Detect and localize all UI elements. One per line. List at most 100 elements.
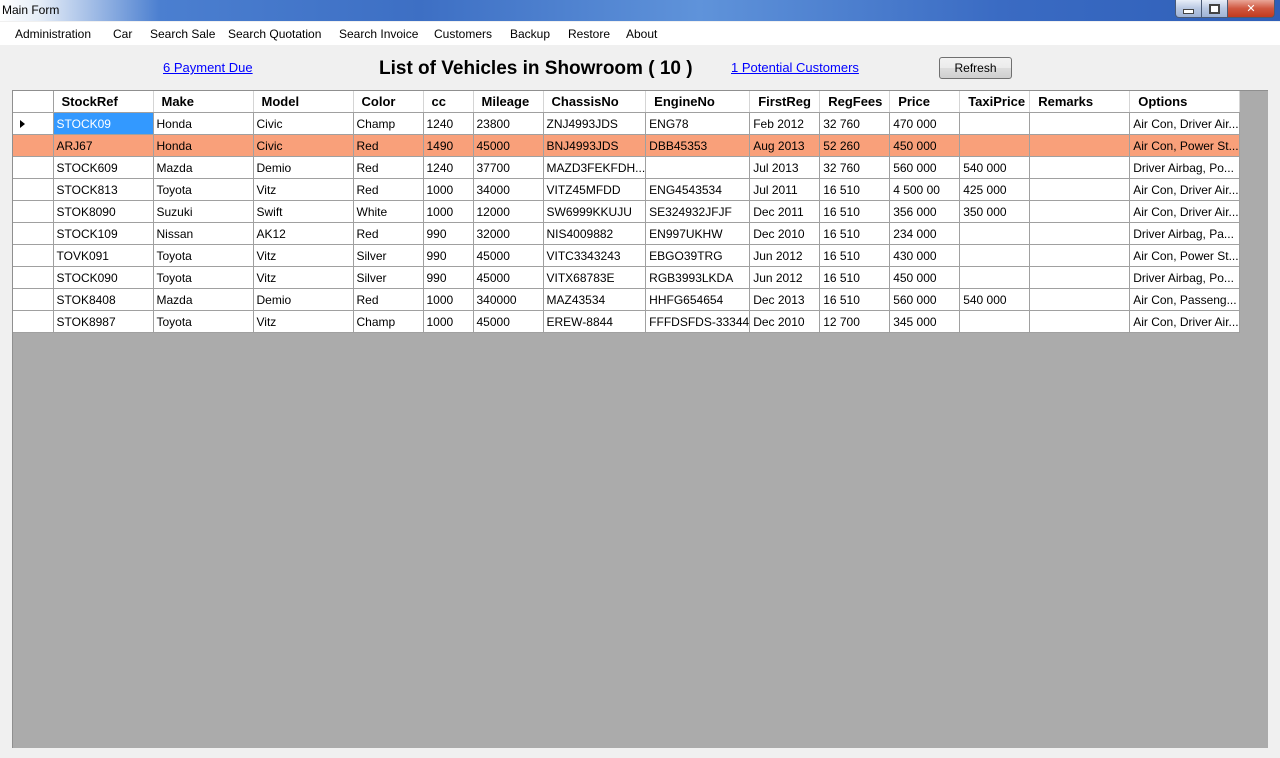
- column-header-price[interactable]: Price: [889, 91, 961, 113]
- table-row[interactable]: STOCK609 Mazda Demio Red 1240 37700 MAZD3FEKFD…: [13, 156, 1240, 179]
- cell-taxiprice[interactable]: [959, 244, 1031, 267]
- cell-mileage[interactable]: 45000: [473, 266, 544, 289]
- cell-mileage[interactable]: 12000: [473, 200, 544, 223]
- cell-chassisno[interactable]: MAZ43534: [543, 288, 647, 311]
- cell-engineno[interactable]: HHFG654654: [645, 288, 751, 311]
- cell-remarks[interactable]: [1029, 222, 1131, 245]
- cell-regfees[interactable]: 16 510: [819, 288, 891, 311]
- cell-chassisno[interactable]: VITZ45MFDD: [543, 178, 647, 201]
- column-header-mileage[interactable]: Mileage: [473, 91, 544, 113]
- cell-stockref[interactable]: STOK8408: [53, 288, 154, 311]
- menu-backup[interactable]: Backup: [510, 27, 550, 41]
- cell-stockref[interactable]: STOK8987: [53, 310, 154, 333]
- row-header[interactable]: [13, 244, 54, 267]
- cell-stockref[interactable]: STOCK609: [53, 156, 154, 179]
- cell-remarks[interactable]: [1029, 266, 1131, 289]
- row-header[interactable]: [13, 134, 54, 157]
- cell-mileage[interactable]: 37700: [473, 156, 544, 179]
- cell-model[interactable]: Demio: [253, 288, 354, 311]
- menu-search-sale[interactable]: Search Sale: [150, 27, 215, 41]
- cell-options[interactable]: Driver Airbag, Pa...: [1129, 222, 1240, 245]
- cell-cc[interactable]: 1000: [423, 288, 474, 311]
- column-header-options[interactable]: Options: [1129, 91, 1240, 113]
- cell-taxiprice[interactable]: [959, 134, 1031, 157]
- cell-color[interactable]: Red: [353, 134, 424, 157]
- menu-restore[interactable]: Restore: [568, 27, 610, 41]
- cell-price[interactable]: 450 000: [889, 266, 961, 289]
- row-header[interactable]: [13, 310, 54, 333]
- cell-regfees[interactable]: 16 510: [819, 266, 891, 289]
- cell-cc[interactable]: 1000: [423, 200, 474, 223]
- cell-firstreg[interactable]: Jul 2013: [749, 156, 821, 179]
- cell-stockref[interactable]: STOCK090: [53, 266, 154, 289]
- cell-make[interactable]: Mazda: [153, 156, 254, 179]
- column-header-taxiprice[interactable]: TaxiPrice: [959, 91, 1031, 113]
- cell-cc[interactable]: 990: [423, 266, 474, 289]
- table-row[interactable]: TOVK091 Toyota Vitz Silver 990 45000 VITC3343…: [13, 244, 1240, 267]
- cell-taxiprice[interactable]: [959, 310, 1031, 333]
- cell-options[interactable]: Air Con, Power St...: [1129, 134, 1240, 157]
- cell-cc[interactable]: 1000: [423, 178, 474, 201]
- cell-options[interactable]: Air Con, Driver Air...: [1129, 200, 1240, 223]
- cell-stockref[interactable]: STOCK813: [53, 178, 154, 201]
- close-button[interactable]: ✕: [1227, 0, 1275, 18]
- cell-taxiprice[interactable]: [959, 266, 1031, 289]
- cell-engineno[interactable]: EBGO39TRG: [645, 244, 751, 267]
- maximize-button[interactable]: [1201, 0, 1228, 18]
- cell-chassisno[interactable]: ZNJ4993JDS: [543, 112, 647, 135]
- cell-stockref[interactable]: TOVK091: [53, 244, 154, 267]
- row-header[interactable]: [13, 178, 54, 201]
- cell-remarks[interactable]: [1029, 244, 1131, 267]
- row-header[interactable]: [13, 112, 54, 135]
- cell-price[interactable]: 234 000: [889, 222, 961, 245]
- vehicle-grid[interactable]: StockRef Make Model Color cc Mileage Cha…: [13, 91, 1240, 333]
- column-header-engineno[interactable]: EngineNo: [645, 91, 751, 113]
- cell-engineno[interactable]: SE324932JFJF: [645, 200, 751, 223]
- table-row[interactable]: STOCK109 Nissan AK12 Red 990 32000 NIS4009882 E…: [13, 222, 1240, 245]
- cell-firstreg[interactable]: Dec 2013: [749, 288, 821, 311]
- cell-taxiprice[interactable]: 540 000: [959, 156, 1031, 179]
- cell-regfees[interactable]: 12 700: [819, 310, 891, 333]
- cell-options[interactable]: Air Con, Passeng...: [1129, 288, 1240, 311]
- cell-model[interactable]: Civic: [253, 134, 354, 157]
- cell-taxiprice[interactable]: 350 000: [959, 200, 1031, 223]
- cell-price[interactable]: 430 000: [889, 244, 961, 267]
- row-header[interactable]: [13, 222, 54, 245]
- cell-mileage[interactable]: 340000: [473, 288, 544, 311]
- cell-options[interactable]: Driver Airbag, Po...: [1129, 156, 1240, 179]
- cell-mileage[interactable]: 23800: [473, 112, 544, 135]
- cell-chassisno[interactable]: BNJ4993JDS: [543, 134, 647, 157]
- cell-regfees[interactable]: 16 510: [819, 222, 891, 245]
- cell-model[interactable]: Vitz: [253, 266, 354, 289]
- cell-color[interactable]: Red: [353, 156, 424, 179]
- cell-options[interactable]: Air Con, Driver Air...: [1129, 178, 1240, 201]
- cell-make[interactable]: Toyota: [153, 266, 254, 289]
- cell-color[interactable]: Red: [353, 288, 424, 311]
- menu-search-invoice[interactable]: Search Invoice: [339, 27, 418, 41]
- cell-taxiprice[interactable]: [959, 112, 1031, 135]
- cell-cc[interactable]: 1000: [423, 310, 474, 333]
- cell-options[interactable]: Air Con, Power St...: [1129, 244, 1240, 267]
- column-header-stockref[interactable]: StockRef: [53, 91, 154, 113]
- cell-model[interactable]: Civic: [253, 112, 354, 135]
- cell-price[interactable]: 356 000: [889, 200, 961, 223]
- cell-chassisno[interactable]: MAZD3FEKFDH...: [543, 156, 647, 179]
- table-row[interactable]: ARJ67 Honda Civic Red 1490 45000 BNJ4993JDS DBB…: [13, 134, 1240, 157]
- minimize-button[interactable]: [1175, 0, 1202, 18]
- cell-remarks[interactable]: [1029, 156, 1131, 179]
- column-header-color[interactable]: Color: [353, 91, 424, 113]
- cell-mileage[interactable]: 45000: [473, 244, 544, 267]
- table-row[interactable]: STOCK09 Honda Civic Champ 1240 23800 ZNJ4993JD…: [13, 112, 1240, 135]
- cell-options[interactable]: Driver Airbag, Po...: [1129, 266, 1240, 289]
- cell-regfees[interactable]: 16 510: [819, 178, 891, 201]
- column-header-firstreg[interactable]: FirstReg: [749, 91, 821, 113]
- cell-make[interactable]: Mazda: [153, 288, 254, 311]
- cell-cc[interactable]: 1490: [423, 134, 474, 157]
- cell-model[interactable]: Demio: [253, 156, 354, 179]
- cell-stockref[interactable]: STOCK109: [53, 222, 154, 245]
- column-header-make[interactable]: Make: [153, 91, 254, 113]
- row-header[interactable]: [13, 266, 54, 289]
- table-row[interactable]: STOCK090 Toyota Vitz Silver 990 45000 VITX6878…: [13, 266, 1240, 289]
- cell-firstreg[interactable]: Dec 2010: [749, 310, 821, 333]
- cell-model[interactable]: Vitz: [253, 178, 354, 201]
